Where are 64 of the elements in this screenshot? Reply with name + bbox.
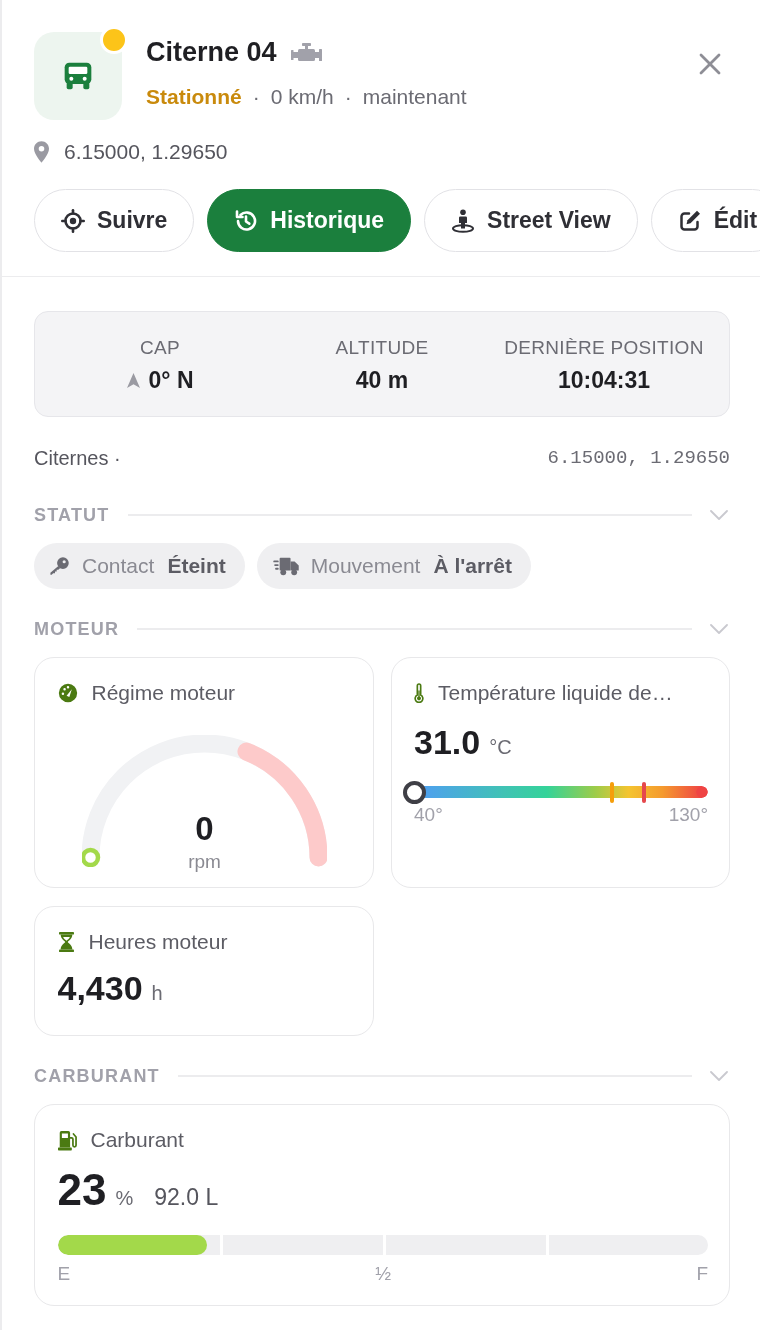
chevron-down-icon[interactable] [710, 510, 728, 520]
threshold-marker [642, 781, 647, 803]
follow-button[interactable]: Suivre [34, 189, 195, 252]
summary-value: 0° N [148, 367, 194, 393]
speedometer-icon [57, 683, 78, 703]
scale-label: 130° [668, 804, 708, 826]
chevron-down-icon[interactable] [710, 1071, 728, 1081]
scale-label: F [696, 1263, 708, 1285]
metric-unit: h [151, 981, 163, 1006]
fuel-pump-icon [57, 1129, 77, 1151]
separator-text: · [252, 84, 260, 110]
chip-value: À l'arrêt [433, 554, 512, 578]
summary-value: 10:04:31 [557, 367, 651, 393]
history-icon [234, 208, 259, 233]
separator-text: · [344, 84, 352, 110]
key-icon [50, 556, 70, 576]
fast-truck-icon [272, 556, 299, 576]
summary-label: ALTITUDE [335, 337, 429, 359]
chevron-down-icon[interactable] [710, 624, 728, 634]
scale-label: ½ [375, 1263, 392, 1285]
card-title: Heures moteur [88, 929, 228, 955]
status-text: Stationné [146, 84, 242, 110]
card-title: Carburant [90, 1127, 184, 1153]
edit-button[interactable]: Édit [650, 189, 760, 252]
history-button[interactable]: Historique [207, 189, 412, 252]
hourglass-icon [57, 932, 75, 952]
threshold-marker [610, 781, 615, 803]
metric-unit: % [115, 1186, 134, 1211]
chip-label: Mouvement [310, 554, 421, 578]
scale-label: E [57, 1263, 71, 1285]
edit-icon [677, 208, 702, 233]
metric-unit: °C [489, 735, 512, 760]
summary-label: CAP [140, 337, 180, 359]
location-pin-icon [34, 141, 49, 163]
meta-text: maintenant [362, 84, 467, 110]
thermometer-icon [414, 683, 424, 703]
close-icon [699, 53, 721, 75]
metric-value: 0 [195, 811, 214, 847]
vehicle-name: Citerne 04 [146, 36, 277, 68]
engine-icon [290, 43, 322, 61]
meta-text: 0 km/h [270, 84, 334, 110]
street-view-button[interactable]: Street View [424, 189, 638, 252]
card-title: Température liquide de… [438, 680, 673, 706]
metric-value: 23 [57, 1166, 107, 1214]
coordinates-text: 6.15000, 1.29650 [64, 140, 228, 164]
section-title: STATUT [34, 505, 110, 525]
person-pin-icon [451, 208, 476, 233]
summary-label: DERNIÈRE POSITION [504, 337, 704, 359]
chip-value: Éteint [167, 554, 226, 578]
crosshair-icon [61, 208, 85, 233]
coordinates-text: 6.15000, 1.29650 [547, 446, 730, 470]
truck-icon [34, 32, 122, 120]
group-label: Citernes · [34, 446, 121, 470]
scale-label: 40° [414, 804, 443, 826]
chip-label: Contact [82, 554, 155, 578]
section-title: CARBURANT [34, 1066, 160, 1086]
metric-value: 4,430 [57, 968, 143, 1009]
card-title: Régime moteur [91, 680, 236, 706]
metric-value: 31.0 [414, 722, 481, 763]
fuel-volume: 92.0 L [154, 1183, 219, 1212]
section-title: MOTEUR [34, 619, 120, 639]
summary-value: 40 m [355, 367, 409, 393]
heading-arrow-icon [126, 372, 140, 388]
metric-unit: rpm [188, 851, 221, 873]
